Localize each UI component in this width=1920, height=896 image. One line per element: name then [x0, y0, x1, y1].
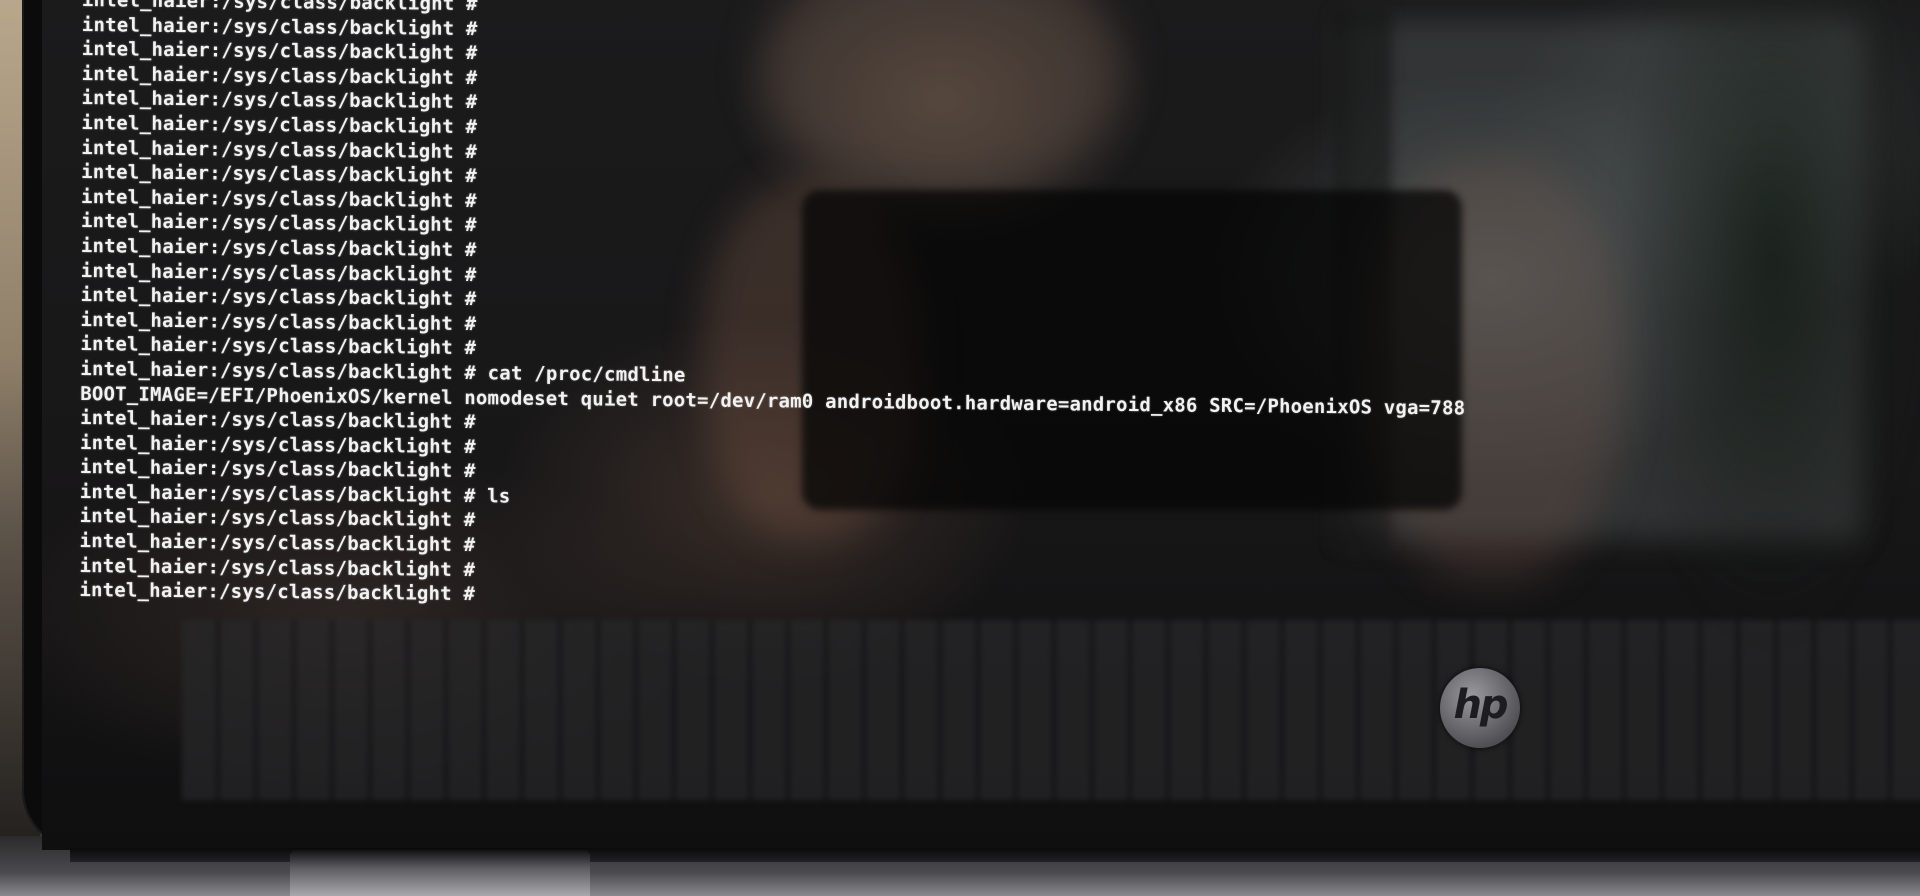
- plant-reflection: [1602, 0, 1920, 680]
- keyboard-reflection: [182, 620, 1920, 800]
- hp-logo-icon: hp: [1440, 668, 1520, 748]
- laptop-hinge: [290, 850, 590, 896]
- photo-scene: intel_haier:/sys/class/backlight # intel…: [0, 0, 1920, 896]
- terminal-console[interactable]: intel_haier:/sys/class/backlight # intel…: [79, 0, 1467, 617]
- hp-logo-text: hp: [1453, 682, 1508, 728]
- laptop-screen: intel_haier:/sys/class/backlight # intel…: [42, 0, 1920, 850]
